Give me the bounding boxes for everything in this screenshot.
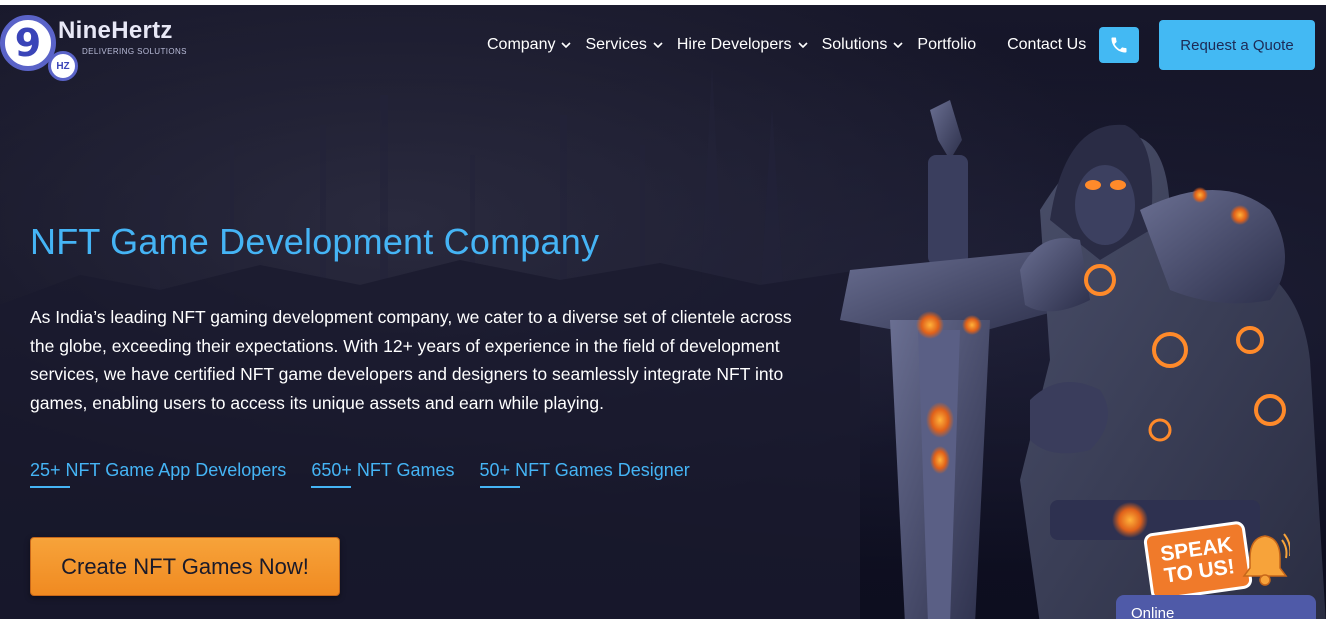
request-quote-button[interactable]: Request a Quote — [1159, 20, 1315, 70]
logo-hz-badge: HZ — [48, 51, 78, 81]
phone-button[interactable] — [1099, 27, 1139, 63]
create-nft-games-button[interactable]: Create NFT Games Now! — [30, 537, 340, 596]
bell-icon[interactable] — [1240, 530, 1290, 588]
logo-wordmark: NineHertz — [58, 17, 173, 44]
stat-designers: 50+ NFT Games Designer — [479, 460, 690, 488]
nav-label: Services — [585, 36, 647, 53]
nav-item-company[interactable]: Company — [487, 36, 572, 54]
logo-tagline: DELIVERING SOLUTIONS — [82, 47, 187, 56]
stat-developers: 25+ NFT Game App Developers — [30, 460, 287, 488]
speak-to-us-badge[interactable]: SPEAK TO US! — [1146, 523, 1250, 599]
stat-games: 650+ NFT Games — [311, 460, 455, 488]
nav-label: Contact Us — [1007, 36, 1087, 53]
main-navigation: Company Services Hire Developers Solutio… — [487, 36, 1102, 54]
nav-item-solutions[interactable]: Solutions — [822, 36, 904, 54]
nav-label: Portfolio — [917, 36, 977, 53]
nav-label: Hire Developers — [676, 36, 792, 53]
chevron-down-icon — [797, 42, 808, 49]
chevron-down-icon — [893, 42, 903, 49]
nav-item-hire-developers[interactable]: Hire Developers — [677, 36, 808, 54]
nav-label: Company — [487, 36, 556, 53]
nav-label: Solutions — [821, 36, 888, 53]
chevron-down-icon — [561, 42, 572, 49]
chevron-down-icon — [653, 42, 663, 49]
page-title: NFT Game Development Company — [30, 221, 600, 262]
ninehertz-logo[interactable]: 9 HZ NineHertz DELIVERING SOLUTIONS — [0, 13, 200, 81]
phone-icon — [1111, 37, 1127, 53]
nav-item-portfolio[interactable]: Portfolio — [917, 36, 976, 54]
nav-item-services[interactable]: Services — [585, 36, 663, 54]
nav-item-contact-us[interactable]: Contact Us — [1007, 36, 1086, 54]
hero-section: 9 HZ NineHertz DELIVERING SOLUTIONS Comp… — [0, 5, 1326, 619]
chat-status-tab[interactable]: Online — [1116, 595, 1316, 619]
hero-description: As India’s leading NFT gaming developmen… — [30, 307, 792, 413]
stats-row: 25+ NFT Game App Developers 650+ NFT Gam… — [30, 460, 715, 488]
